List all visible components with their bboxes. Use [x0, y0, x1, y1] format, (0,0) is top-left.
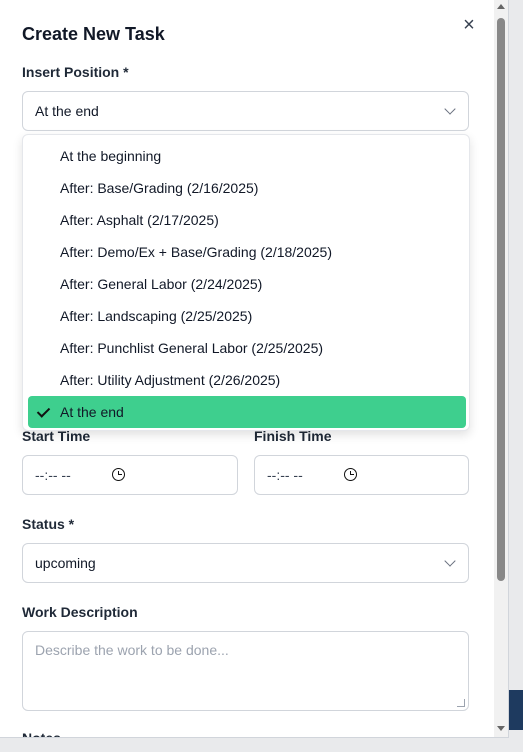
- clock-icon[interactable]: [112, 468, 125, 481]
- option-label: At the end: [60, 404, 124, 420]
- scroll-up-icon[interactable]: [497, 4, 505, 9]
- position-option[interactable]: After: Landscaping (2/25/2025): [28, 300, 466, 332]
- insert-position-dropdown: At the beginning After: Base/Grading (2/…: [22, 134, 470, 431]
- position-option[interactable]: At the beginning: [28, 140, 466, 172]
- scrollbar[interactable]: [494, 0, 508, 737]
- finish-time-input[interactable]: --:-- --: [254, 455, 469, 495]
- scroll-down-icon[interactable]: [497, 726, 505, 731]
- option-label: After: Landscaping (2/25/2025): [60, 308, 253, 324]
- checkmark-icon: [36, 404, 51, 418]
- position-option[interactable]: After: Punchlist General Labor (2/25/202…: [28, 332, 466, 364]
- option-label: After: Punchlist General Labor (2/25/202…: [60, 340, 324, 356]
- clock-icon[interactable]: [344, 468, 357, 481]
- start-time-input[interactable]: --:-- --: [22, 455, 238, 495]
- insert-position-label: Insert Position *: [22, 64, 129, 80]
- option-label: After: Demo/Ex + Base/Grading (2/18/2025…: [60, 244, 332, 260]
- background-panel: [509, 690, 523, 730]
- option-label: After: Base/Grading (2/16/2025): [60, 180, 259, 196]
- scrollbar-thumb[interactable]: [497, 18, 505, 581]
- position-option[interactable]: After: General Labor (2/24/2025): [28, 268, 466, 300]
- position-option[interactable]: After: Base/Grading (2/16/2025): [28, 172, 466, 204]
- close-icon[interactable]: ×: [460, 15, 478, 35]
- start-time-value: --:-- --: [35, 467, 71, 483]
- work-description-textarea[interactable]: Describe the work to be done...: [22, 631, 469, 711]
- finish-time-value: --:-- --: [267, 467, 303, 483]
- dialog-title: Create New Task: [22, 24, 165, 44]
- position-option[interactable]: After: Demo/Ex + Base/Grading (2/18/2025…: [28, 236, 466, 268]
- option-label: At the beginning: [60, 148, 162, 164]
- chevron-down-icon: [444, 555, 456, 567]
- work-description-placeholder: Describe the work to be done...: [35, 642, 229, 658]
- resize-handle-icon[interactable]: [457, 699, 465, 707]
- notes-label: Notes: [22, 730, 61, 738]
- option-label: After: General Labor (2/24/2025): [60, 276, 263, 292]
- position-option[interactable]: After: Utility Adjustment (2/26/2025): [28, 364, 466, 396]
- work-description-label: Work Description: [22, 604, 138, 620]
- status-select[interactable]: upcoming: [22, 543, 469, 583]
- insert-position-select[interactable]: At the end: [22, 91, 469, 131]
- status-value: upcoming: [35, 555, 96, 571]
- insert-position-value: At the end: [35, 103, 99, 119]
- position-option[interactable]: After: Asphalt (2/17/2025): [28, 204, 466, 236]
- status-label: Status *: [22, 516, 75, 532]
- option-label: After: Asphalt (2/17/2025): [60, 212, 219, 228]
- create-task-dialog: Create New Task × Insert Position * At t…: [0, 0, 509, 738]
- chevron-down-icon: [444, 103, 456, 115]
- option-label: After: Utility Adjustment (2/26/2025): [60, 372, 281, 388]
- position-option-selected[interactable]: At the end: [28, 396, 466, 428]
